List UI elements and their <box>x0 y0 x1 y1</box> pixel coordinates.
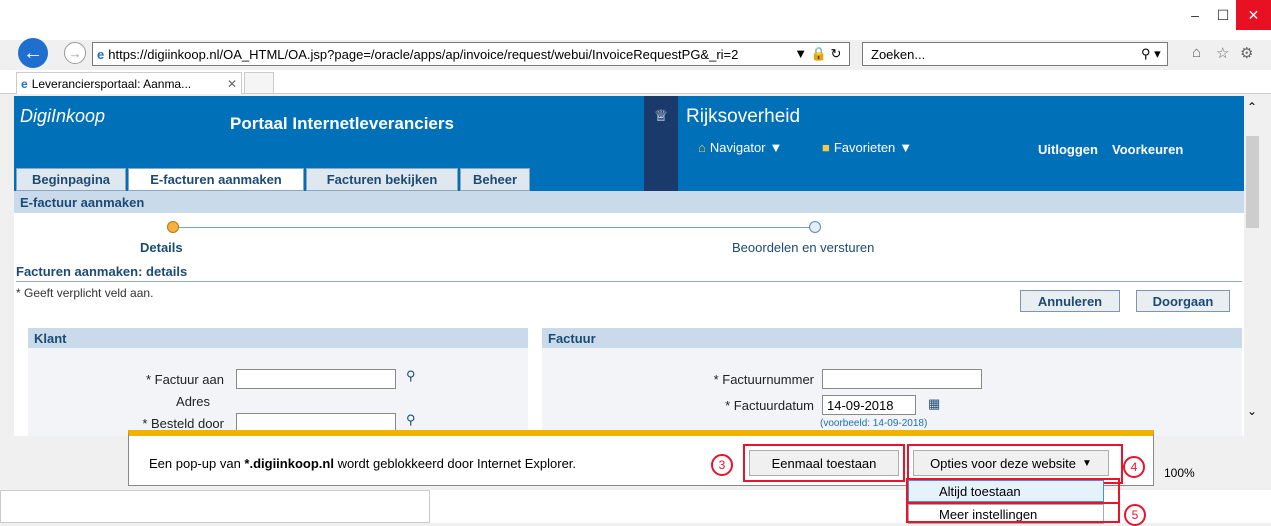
tab-facturen-bekijken[interactable]: Facturen bekijken <box>306 168 458 191</box>
calendar-icon[interactable]: ▦ <box>928 396 940 412</box>
zoom-level[interactable]: 100% <box>1164 466 1195 480</box>
factuurnummer-label: * Factuurnummer <box>713 372 814 387</box>
scroll-up-icon[interactable]: ⌃ <box>1247 100 1257 114</box>
popup-prefix: Een pop-up van <box>149 456 245 471</box>
step-review[interactable]: Beoordelen en versturen <box>732 240 874 255</box>
scroll-thumb[interactable] <box>1246 136 1259 228</box>
folder-icon: ■ <box>822 140 830 155</box>
search-factuur-aan-icon[interactable]: ⚲ <box>406 368 416 384</box>
favorites-menu[interactable]: ■ Favorieten ▼ <box>822 140 912 155</box>
besteld-door-label: * Besteld door <box>142 416 224 431</box>
search-icon: ⚲ ▾ <box>1141 46 1161 61</box>
annotation-4: 4 <box>1123 456 1145 478</box>
coat-of-arms-icon: ♕ <box>653 108 669 125</box>
vertical-scrollbar[interactable]: ⌃ ⌄ <box>1244 96 1261 436</box>
annotation-3: 3 <box>711 454 733 476</box>
logout-link[interactable]: Uitloggen <box>1038 142 1098 157</box>
page-viewport: DigiInkoop Portaal Internetleveranciers … <box>14 96 1244 436</box>
favorites-dropdown-icon: ▼ <box>899 140 913 155</box>
address-bar[interactable]: e https://digiinkoop.nl/OA_HTML/OA.jsp?p… <box>92 42 850 66</box>
popup-message: Een pop-up van *.digiinkoop.nl wordt geb… <box>149 456 576 471</box>
date-example: (voorbeeld: 14-09-2018) <box>820 418 928 429</box>
navigator-menu[interactable]: ⌂ Navigator ▼ <box>698 140 782 155</box>
highlight-always-allow <box>906 478 1120 504</box>
divider <box>16 281 1242 282</box>
portal-title: Portaal Internetleveranciers <box>230 114 454 133</box>
step-current-marker <box>167 221 179 233</box>
brand-name: DigiInkoop <box>20 106 106 126</box>
tab-beginpagina[interactable]: Beginpagina <box>16 168 126 191</box>
gov-name: Rijksoverheid <box>686 106 801 127</box>
settings-gear-icon[interactable]: ⚙ <box>1240 44 1253 62</box>
klant-header: Klant <box>28 328 528 348</box>
factuur-header: Factuur <box>542 328 1242 348</box>
lower-left-panel <box>0 490 430 523</box>
required-note: * Geeft verplicht veld aan. <box>16 286 154 300</box>
factuurdatum-input[interactable]: 14-09-2018 <box>822 395 916 415</box>
favorites-label: Favorieten <box>833 140 896 155</box>
navigator-dropdown-icon: ▼ <box>769 140 783 155</box>
search-box[interactable]: Zoeken... ⚲ ▾ <box>862 42 1168 66</box>
home-icon[interactable]: ⌂ <box>1192 44 1201 61</box>
minimize-button[interactable]: – <box>1180 0 1210 30</box>
step-details: Details <box>140 240 183 255</box>
forward-button[interactable]: → <box>64 42 86 64</box>
navigator-label: Navigator <box>709 140 766 155</box>
site-options-button[interactable]: Opties voor deze website ▼ <box>913 450 1109 476</box>
popup-domain: *.digiinkoop.nl <box>244 456 334 471</box>
preferences-link[interactable]: Voorkeuren <box>1112 142 1183 157</box>
tab-title: Leveranciersportaal: Aanma... <box>31 76 192 91</box>
tab-ie-icon: e <box>21 76 28 91</box>
site-options-label: Opties voor deze website <box>930 455 1077 471</box>
highlight-more-settings <box>906 502 1120 523</box>
factuur-aan-label: * Factuur aan <box>145 372 224 387</box>
search-placeholder: Zoeken... <box>871 46 926 62</box>
search-besteld-door-icon[interactable]: ⚲ <box>406 412 416 428</box>
section-header: E-factuur aanmaken <box>14 191 1244 213</box>
ie-logo-icon: e <box>97 46 105 62</box>
favorites-star-icon[interactable]: ☆ <box>1216 44 1229 62</box>
gov-emblem-band: ♕ <box>644 96 678 191</box>
tab-close-icon[interactable]: ✕ <box>227 77 237 91</box>
progress-line <box>174 227 814 228</box>
close-window-button[interactable]: ✕ <box>1236 0 1271 30</box>
site-options-dropdown-icon: ▼ <box>1082 457 1092 469</box>
new-tab-button[interactable] <box>244 72 274 94</box>
continue-button[interactable]: Doorgaan <box>1136 290 1230 312</box>
allow-once-button[interactable]: Eenmaal toestaan <box>749 450 899 476</box>
window-titlebar <box>0 0 1271 40</box>
scroll-down-icon[interactable]: ⌄ <box>1247 404 1257 418</box>
page-subtitle: Facturen aanmaken: details <box>16 264 188 279</box>
factuurnummer-input[interactable] <box>822 369 982 389</box>
home-nav-icon: ⌂ <box>698 140 706 155</box>
factuurdatum-label: * Factuurdatum <box>725 398 814 413</box>
maximize-button[interactable]: ☐ <box>1210 0 1236 30</box>
cancel-button[interactable]: Annuleren <box>1020 290 1120 312</box>
tab-beheer[interactable]: Beheer <box>460 168 530 191</box>
tab-e-facturen-aanmaken[interactable]: E-facturen aanmaken <box>128 168 304 191</box>
factuur-aan-input[interactable] <box>236 369 396 389</box>
step-next-marker <box>809 221 821 233</box>
lock-icon: ▼ 🔒 ↻ <box>794 46 842 61</box>
url-text: https://digiinkoop.nl/OA_HTML/OA.jsp?pag… <box>108 46 739 62</box>
popup-suffix: wordt geblokkeerd door Internet Explorer… <box>333 456 577 471</box>
adres-label: Adres <box>176 394 210 409</box>
back-button[interactable]: ← <box>18 38 48 68</box>
browser-tab[interactable]: e Leveranciersportaal: Aanma... ✕ <box>16 72 242 94</box>
